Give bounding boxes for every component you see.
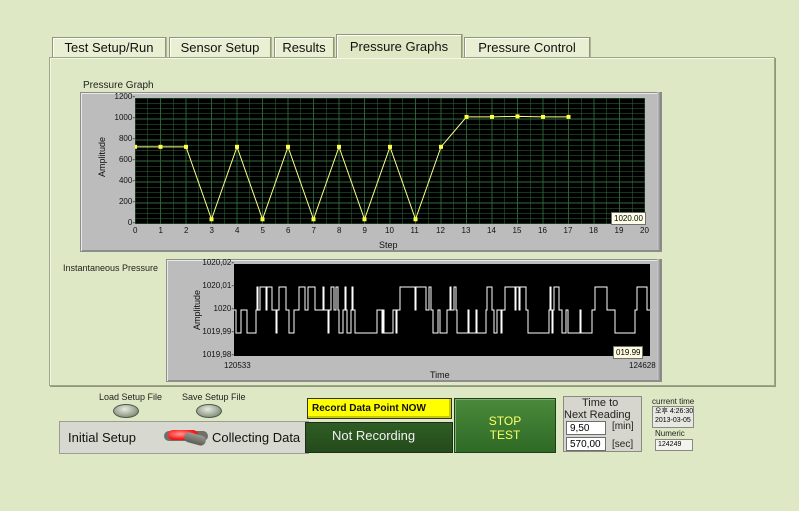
- pressure-point: [464, 114, 469, 119]
- pressure-point: [566, 114, 571, 119]
- minutes-unit: [min]: [612, 421, 634, 432]
- x-tick-label: 4: [235, 226, 240, 235]
- graph-frame-edge: [657, 92, 661, 250]
- x-tick-label: 2: [184, 226, 189, 235]
- x-tick-label: 3: [209, 226, 214, 235]
- pressure-graph-readout: 1020.00: [611, 212, 646, 225]
- load-setup-button[interactable]: [113, 404, 139, 418]
- current-date-value: 2013-03-05: [655, 417, 691, 424]
- tab-results[interactable]: Results: [274, 37, 334, 57]
- tab-sensor-setup[interactable]: Sensor Setup: [169, 37, 271, 57]
- x-tick-label: 14: [487, 226, 496, 235]
- x-tick-label: 15: [512, 226, 522, 235]
- instantaneous-frame-edge: [657, 259, 661, 380]
- pressure-point: [337, 144, 341, 149]
- y-tick-label: 1020,02-: [202, 258, 234, 267]
- numeric-display: 124249: [655, 439, 693, 451]
- y-tick-label: 1200-: [114, 92, 135, 101]
- y-tick-label: 1000-: [114, 113, 135, 122]
- numeric-label: Numeric: [655, 429, 685, 438]
- instantaneous-xlabel: Time: [430, 370, 450, 380]
- tab-test-setup-run[interactable]: Test Setup/Run: [52, 37, 166, 57]
- current-time-value: 오후 4:26:30,01: [655, 408, 694, 415]
- x-tick-label: 6: [286, 226, 291, 235]
- pressure-point: [362, 217, 367, 222]
- seconds-field: 570,00: [566, 437, 606, 451]
- current-time-label: current time: [652, 397, 695, 406]
- x-tick-label: 9: [362, 226, 367, 235]
- pressure-point: [413, 217, 418, 222]
- pressure-point: [515, 114, 520, 119]
- x-tick-label: 18: [589, 226, 598, 235]
- y-tick-label: 200-: [118, 197, 135, 206]
- next-reading-label: Next Reading: [564, 409, 631, 421]
- x-tick-label: 17: [563, 226, 573, 235]
- collecting-data-label: Collecting Data: [212, 430, 301, 445]
- instantaneous-x-end: 124628: [629, 361, 656, 370]
- not-recording-indicator: Not Recording: [305, 422, 453, 453]
- pressure-graph-xlabel: Step: [379, 240, 398, 250]
- test-label: TEST: [489, 428, 521, 442]
- pressure-graph-title: Pressure Graph: [83, 80, 154, 91]
- pressure-point: [541, 114, 545, 119]
- tab-pressure-graphs[interactable]: Pressure Graphs: [336, 34, 462, 58]
- tab-pressure-control[interactable]: Pressure Control: [464, 37, 590, 57]
- load-setup-label: Load Setup File: [99, 392, 163, 402]
- y-tick-label: 0-: [127, 218, 135, 227]
- pressure-point: [209, 217, 214, 222]
- x-tick-label: 0: [133, 226, 138, 235]
- stop-label: STOP: [488, 414, 522, 428]
- seconds-unit: [sec]: [612, 439, 634, 450]
- y-tick-label: 1020-: [213, 304, 234, 313]
- instantaneous-plot: [234, 264, 650, 356]
- instantaneous-readout: 019.99: [613, 346, 644, 359]
- x-tick-label: 12: [436, 226, 445, 235]
- y-tick-label: 800-: [118, 134, 135, 143]
- instantaneous-ylabel: Amplitude: [192, 289, 203, 331]
- pressure-point: [439, 144, 443, 149]
- x-tick-label: 5: [260, 226, 265, 235]
- instantaneous-pressure-title: Instantaneous Pressure: [63, 263, 159, 273]
- x-tick-label: 7: [311, 226, 316, 235]
- instantaneous-svg: [234, 286, 650, 334]
- pressure-point: [388, 144, 392, 149]
- instantaneous-x-start: 120533: [224, 361, 251, 370]
- not-recording-label: Not Recording: [332, 428, 416, 443]
- x-tick-label: 10: [385, 226, 394, 235]
- y-tick-label: 1019,99-: [202, 327, 234, 336]
- save-setup-label: Save Setup File: [182, 392, 246, 402]
- minutes-field: 9,50: [566, 421, 606, 435]
- x-tick-label: 13: [461, 226, 471, 235]
- pressure-point: [235, 144, 239, 149]
- stop-test-button[interactable]: STOP TEST: [454, 398, 556, 453]
- pressure-point: [158, 144, 163, 149]
- pressure-graph-ylabel: Amplitude: [97, 136, 108, 178]
- y-tick-label: 1019,98-: [202, 350, 234, 359]
- initial-setup-label: Initial Setup: [68, 430, 136, 445]
- save-setup-button[interactable]: [196, 404, 222, 418]
- pressure-point: [260, 217, 265, 222]
- instantaneous-series-line: [234, 286, 650, 334]
- pressure-graph-plot: [135, 98, 645, 224]
- y-tick-label: 400-: [118, 176, 135, 185]
- pressure-point: [286, 144, 290, 149]
- x-tick-label: 11: [410, 226, 419, 235]
- x-tick-label: 19: [614, 226, 624, 235]
- time-to-label: Time to: [582, 397, 619, 409]
- pressure-point: [490, 114, 494, 119]
- pressure-graph-svg: [135, 98, 645, 224]
- current-time-display: 오후 4:26:30,01 2013-03-05: [652, 406, 694, 428]
- pressure-point: [184, 144, 188, 149]
- mode-toggle-switch[interactable]: [164, 428, 208, 447]
- pressure-point: [135, 144, 137, 149]
- record-data-point-button[interactable]: Record Data Point NOW: [307, 398, 452, 419]
- x-tick-label: 20: [640, 226, 649, 235]
- record-data-point-label: Record Data Point NOW: [312, 403, 426, 414]
- y-tick-label: 1020,01-: [202, 281, 234, 290]
- y-tick-label: 600-: [118, 155, 135, 164]
- x-tick-label: 16: [538, 226, 547, 235]
- x-tick-label: 8: [337, 226, 342, 235]
- pressure-point: [311, 217, 316, 222]
- x-tick-label: 1: [158, 226, 163, 235]
